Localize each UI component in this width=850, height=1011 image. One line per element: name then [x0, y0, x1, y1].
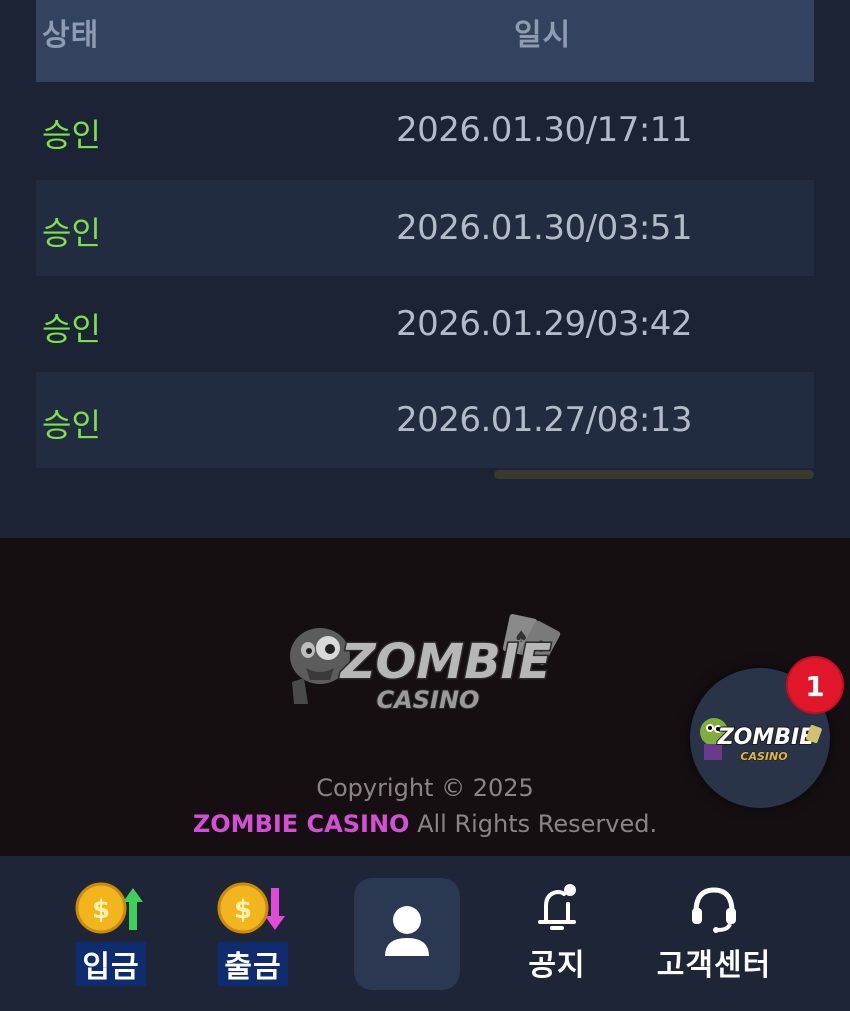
history-panel: 상태 일시 승인 2026.01.30/17:11 승인 2026.01.30/…: [0, 0, 850, 538]
logo-sub-text: CASINO: [377, 686, 480, 714]
table-row: 승인 2026.01.30/03:51: [36, 180, 814, 276]
fab-logo-sub: CASINO: [740, 750, 787, 763]
nav-support[interactable]: 고객센터: [644, 880, 784, 984]
table-row: 승인 2026.01.30/17:11: [36, 82, 814, 178]
coin-down-icon: $: [217, 882, 285, 934]
user-icon: [385, 906, 429, 956]
horizontal-scrollbar[interactable]: [494, 470, 814, 479]
column-header-date: 일시: [514, 18, 572, 53]
nav-notice[interactable]: 공지: [512, 880, 602, 984]
nav-withdraw-label: 출금: [218, 942, 288, 986]
table-row: 승인 2026.01.29/03:42: [36, 276, 814, 372]
headset-icon: [692, 887, 736, 933]
svg-text:$: $: [234, 895, 252, 925]
nav-deposit[interactable]: $ 입금: [66, 878, 156, 986]
rights-text: All Rights Reserved.: [417, 810, 658, 838]
svg-text:$: $: [92, 895, 110, 925]
table-header: 상태 일시: [36, 0, 814, 82]
coin-up-icon: $: [75, 882, 143, 934]
logo-main-text: ZOMBIE: [339, 634, 552, 690]
fab-logo-main: ZOMBIE: [717, 725, 815, 750]
date-cell: 2026.01.30/17:11: [395, 110, 693, 150]
nav-notice-label: 공지: [528, 948, 586, 983]
date-cell: 2026.01.27/08:13: [395, 400, 693, 440]
nav-withdraw[interactable]: $ 출금: [208, 878, 298, 986]
notification-badge: 1: [786, 656, 844, 714]
my-page-button[interactable]: [354, 878, 460, 990]
brand-name: ZOMBIE CASINO: [192, 810, 410, 838]
date-cell: 2026.01.30/03:51: [395, 208, 693, 248]
table-row: 승인 2026.01.27/08:13: [36, 372, 814, 468]
date-cell: 2026.01.29/03:42: [395, 304, 693, 344]
column-header-status: 상태: [42, 18, 100, 53]
nav-deposit-label: 입금: [76, 942, 146, 986]
bell-icon: [538, 884, 576, 930]
rights-line: ZOMBIE CASINO All Rights Reserved.: [0, 810, 850, 838]
nav-support-label: 고객센터: [656, 948, 772, 983]
zombie-casino-logo: ♠ ♣ ZOMBIE CASINO: [290, 614, 561, 715]
